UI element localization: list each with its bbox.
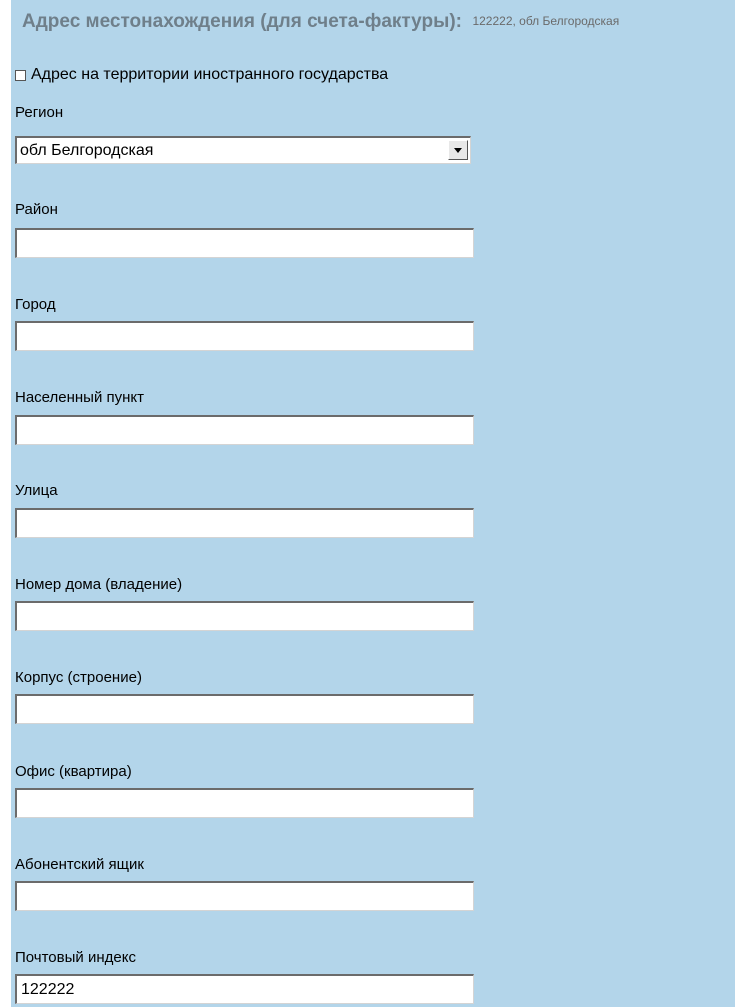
chevron-down-icon bbox=[454, 148, 462, 153]
address-header: Адрес местонахождения (для счета-фактуры… bbox=[22, 11, 735, 33]
address-header-title[interactable]: Адрес местонахождения (для счета-фактуры… bbox=[22, 11, 462, 33]
building-input[interactable] bbox=[15, 694, 474, 724]
foreign-address-checkbox[interactable] bbox=[15, 69, 26, 81]
office-input[interactable] bbox=[15, 788, 474, 818]
foreign-address-row: Адрес на территории иностранного государ… bbox=[15, 66, 388, 84]
street-input[interactable] bbox=[15, 508, 474, 538]
house-label: Номер дома (владение) bbox=[15, 576, 183, 593]
district-input[interactable] bbox=[15, 228, 474, 258]
region-dropdown-button[interactable] bbox=[448, 140, 468, 160]
house-input[interactable] bbox=[15, 601, 474, 631]
region-select-value: обл Белгородская bbox=[20, 142, 154, 159]
foreign-address-label[interactable]: Адрес на территории иностранного государ… bbox=[31, 66, 388, 84]
office-label: Офис (квартира) bbox=[15, 763, 132, 780]
address-summary: 122222, обл Белгородская bbox=[472, 14, 620, 28]
region-select[interactable]: обл Белгородская bbox=[15, 136, 471, 164]
region-label: Регион bbox=[15, 104, 64, 121]
settlement-label: Населенный пункт bbox=[15, 389, 145, 406]
postal-code-input[interactable] bbox=[15, 974, 474, 1004]
district-label: Район bbox=[15, 201, 58, 218]
settlement-input[interactable] bbox=[15, 415, 474, 445]
postal-code-label: Почтовый индекс bbox=[15, 949, 136, 966]
city-label: Город bbox=[15, 296, 56, 313]
building-label: Корпус (строение) bbox=[15, 669, 142, 686]
po-box-label: Абонентский ящик bbox=[15, 856, 144, 873]
street-label: Улица bbox=[15, 482, 58, 499]
city-input[interactable] bbox=[15, 321, 474, 351]
po-box-input[interactable] bbox=[15, 881, 474, 911]
